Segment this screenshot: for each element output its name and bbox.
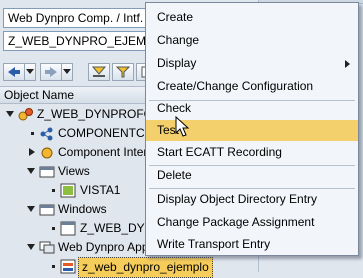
display-button[interactable] — [88, 63, 110, 81]
interface-icon — [41, 147, 53, 159]
collapse-icon[interactable] — [27, 168, 35, 174]
menu-item-label: Display — [157, 56, 197, 70]
leaf-bullet-icon — [52, 227, 55, 230]
menu-item-create[interactable]: Create — [146, 7, 358, 28]
menu-item-start-ecatt-recording[interactable]: Start ECATT Recording — [146, 142, 358, 163]
back-button[interactable] — [3, 63, 25, 81]
display-icon — [92, 66, 106, 77]
tree-label: Views — [58, 164, 90, 178]
folder-icon — [39, 166, 55, 178]
menu-item-display[interactable]: Display — [146, 53, 358, 74]
tree-label: Windows — [58, 202, 107, 216]
tree-label-selected: z_web_dynpro_ejemplo — [78, 257, 213, 278]
applications-icon — [39, 241, 55, 254]
controller-icon — [40, 127, 53, 141]
collapse-icon[interactable] — [27, 206, 35, 212]
forward-dropdown-button[interactable] — [61, 63, 73, 81]
expand-icon[interactable] — [29, 148, 35, 156]
menu-item-create-change-configuration[interactable]: Create/Change Configuration — [146, 76, 358, 97]
folder-icon — [39, 204, 55, 216]
menu-item-change[interactable]: Change — [146, 30, 358, 51]
menu-item-change-package-assignment[interactable]: Change Package Assignment — [146, 212, 358, 233]
object-type-select[interactable]: Web Dynpro Comp. / Intf. — [3, 8, 153, 28]
leaf-bullet-icon — [52, 265, 55, 268]
back-dropdown-button[interactable] — [24, 63, 36, 81]
mouse-cursor-icon — [175, 116, 190, 137]
tree-node-application-item[interactable]: z_web_dynpro_ejemplo — [0, 257, 260, 278]
arrow-left-icon — [8, 67, 20, 77]
filter-icon — [116, 66, 130, 78]
forward-button[interactable] — [40, 63, 62, 81]
leaf-bullet-icon — [31, 132, 34, 135]
filter-button[interactable] — [112, 63, 134, 81]
dropdown-icon — [63, 69, 71, 74]
component-icon — [18, 108, 33, 121]
object-name-input[interactable]: Z_WEB_DYNPRO_EJEMPLO — [3, 31, 153, 51]
collapse-icon[interactable] — [27, 244, 35, 250]
menu-item-write-transport-entry[interactable]: Write Transport Entry — [146, 234, 358, 255]
arrow-right-icon — [45, 67, 57, 77]
column-header-label: Object Name — [4, 88, 75, 102]
submenu-arrow-icon — [345, 60, 350, 68]
collapse-icon[interactable] — [6, 111, 14, 117]
window-icon — [60, 221, 76, 236]
menu-item-display-object-directory-entry[interactable]: Display Object Directory Entry — [146, 189, 358, 210]
menu-item-delete[interactable]: Delete — [146, 165, 358, 186]
tree-label: VISTA1 — [80, 183, 121, 197]
dropdown-icon — [26, 69, 34, 74]
view-icon — [60, 183, 76, 198]
leaf-bullet-icon — [52, 189, 55, 192]
tree-label: Z_WEB_DYNPROFOR — [37, 107, 162, 121]
